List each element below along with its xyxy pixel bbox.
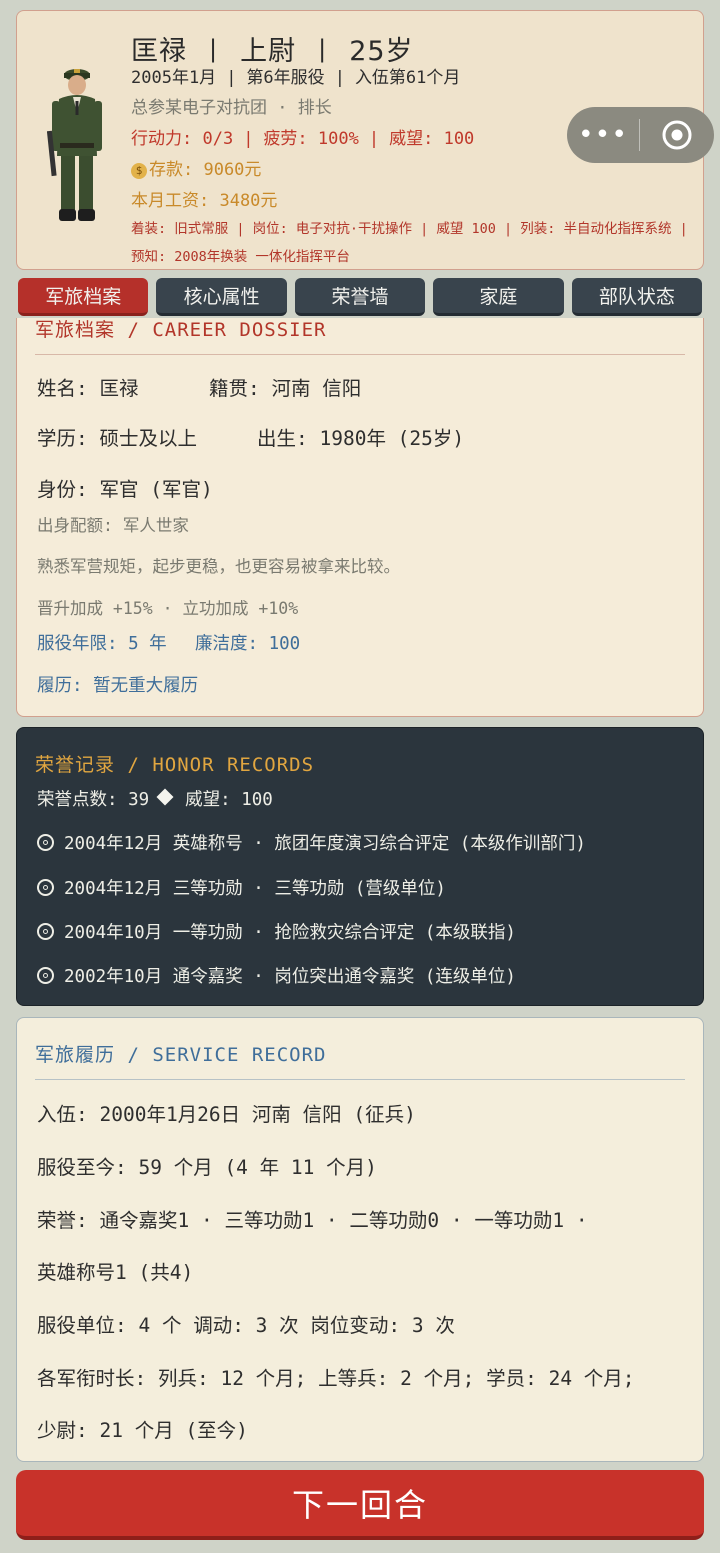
date-line: 2005年1月 | 第6年服役 | 入伍第61个月 (131, 63, 460, 88)
soldier-avatar (47, 69, 102, 221)
identity-field: 身份: 军官 (军官) (37, 478, 213, 501)
target-circle-icon[interactable] (640, 118, 714, 152)
more-dots-icon[interactable]: ••• (567, 107, 639, 163)
honor-item: 2004年12月 英雄称号 · 旅团年度演习综合评定 (本级作训部门) (37, 830, 586, 855)
savings-line: $ 存款: 9060元 (131, 155, 261, 180)
mini-program-capsule: ••• (567, 107, 714, 163)
birth-field: 出生: 1980年 (25岁) (257, 427, 465, 450)
name-field: 姓名: 匡禄 (37, 377, 139, 400)
term-field: 服役年限: 5 年 (37, 634, 167, 654)
medal-ring-icon (37, 834, 54, 851)
tab-unit-status[interactable]: 部队状态 (571, 278, 703, 316)
service-year: 第6年服役 (246, 68, 325, 88)
unit-line: 总参某电子对抗团 · 排长 (131, 98, 332, 118)
action-points: 行动力: 0/3 (131, 129, 234, 149)
separator: | (368, 129, 380, 149)
savings: 存款: 9060元 (149, 160, 262, 180)
separator: | (243, 129, 254, 149)
service-title: 军旅履历 / SERVICE RECORD (35, 1044, 327, 1066)
diamond-icon (156, 788, 174, 806)
honor-item-text: 2004年12月 英雄称号 · 旅团年度演习综合评定 (本级作训部门) (64, 834, 586, 854)
integrity-field: 廉洁度: 100 (195, 634, 301, 654)
tab-family[interactable]: 家庭 (433, 278, 564, 316)
tab-bar: 军旅档案 核心属性 荣誉墙 家庭 部队状态 (18, 278, 703, 316)
duration-field: 服役至今: 59 个月 (4 年 11 个月) (37, 1156, 377, 1179)
honors-summary-cont: 英雄称号1 (共4) (37, 1261, 194, 1284)
origin-description: 熟悉军营规矩，起步更稳，也更容易被拿来比较。 (37, 557, 400, 576)
honor-item-text: 2004年12月 三等功勋 · 三等功勋 (营级单位) (64, 879, 446, 899)
status-line: 行动力: 0/3 | 疲劳: 100% | 威望: 100 (131, 124, 474, 149)
tab-core-attributes[interactable]: 核心属性 (156, 278, 287, 316)
honor-item: 2002年10月 通令嘉奖 · 岗位突出通令嘉奖 (连级单位) (37, 963, 516, 988)
prestige: 威望: 100 (389, 129, 475, 149)
medal-ring-icon (37, 923, 54, 940)
separator: | (318, 34, 328, 63)
dossier-title: 军旅档案 / CAREER DOSSIER (35, 319, 327, 341)
profile-card: 匡禄 | 上尉 | 25岁 2005年1月 | 第6年服役 | 入伍第61个月 总参某电… (16, 10, 714, 270)
separator: | (334, 68, 345, 88)
honor-item-text: 2004年10月 一等功勋 · 抢险救灾综合评定 (本级联指) (64, 923, 516, 943)
medal-ring-icon (37, 967, 54, 984)
next-turn-button[interactable]: 下一回合 (16, 1470, 704, 1540)
enlist-field: 入伍: 2000年1月26日 河南 信阳 (征兵) (37, 1103, 416, 1126)
honors-summary: 荣誉: 通令嘉奖1 · 三等功勋1 · 二等功勋0 · 一等功勋1 · (37, 1209, 588, 1232)
education-field: 学历: 硕士及以上 (37, 427, 197, 450)
origin-field: 出身配额: 军人世家 (37, 516, 189, 535)
tab-honor-wall[interactable]: 荣誉墙 (294, 278, 426, 316)
bonus-field: 晋升加成 +15% · 立功加成 +10% (37, 599, 299, 618)
equipment-line: 着装: 旧式常服 | 岗位: 电子对抗·干扰操作 | 威望 100 | 列装: … (131, 221, 688, 265)
history-field: 履历: 暂无重大履历 (37, 676, 199, 696)
units-field: 服役单位: 4 个 调动: 3 次 岗位变动: 3 次 (37, 1314, 455, 1337)
career-dossier-card: 军旅档案 / CAREER DOSSIER 姓名: 匡禄 籍贯: 河南 信阳 学… (16, 318, 704, 717)
honor-records-card: 荣誉记录 / HONOR RECORDS 荣誉点数: 39 威望: 100 200… (16, 727, 704, 1006)
enlist-month: 入伍第61个月 (354, 68, 461, 88)
separator: | (226, 68, 237, 88)
honor-points: 荣誉点数: 39 (37, 790, 150, 810)
separator: | (209, 34, 219, 63)
salary-line: 本月工资: 3480元 (131, 191, 278, 211)
medal-ring-icon (37, 879, 54, 896)
honor-item: 2004年10月 一等功勋 · 抢险救灾综合评定 (本级联指) (37, 919, 516, 944)
divider (35, 1079, 685, 1080)
service-record-card: 军旅履历 / SERVICE RECORD 入伍: 2000年1月26日 河南 … (16, 1017, 704, 1462)
fatigue: 疲劳: 100% (263, 129, 359, 149)
honor-item: 2004年12月 三等功勋 · 三等功勋 (营级单位) (37, 875, 446, 900)
rank-time-field-cont: 少尉: 21 个月 (至今) (37, 1419, 248, 1442)
honor-points-row: 荣誉点数: 39 威望: 100 (37, 786, 273, 811)
coin-icon: $ (131, 163, 147, 179)
hometown-field: 籍贯: 河南 信阳 (209, 377, 362, 400)
divider (35, 354, 685, 355)
rank-time-field: 各军衔时长: 列兵: 12 个月; 上等兵: 2 个月; 学员: 24 个月; (37, 1367, 635, 1390)
tab-career-dossier[interactable]: 军旅档案 (18, 278, 149, 316)
honor-prestige: 威望: 100 (185, 790, 273, 810)
honor-item-text: 2002年10月 通令嘉奖 · 岗位突出通令嘉奖 (连级单位) (64, 967, 516, 987)
current-date: 2005年1月 (131, 68, 217, 88)
honors-title: 荣誉记录 / HONOR RECORDS (35, 754, 315, 776)
